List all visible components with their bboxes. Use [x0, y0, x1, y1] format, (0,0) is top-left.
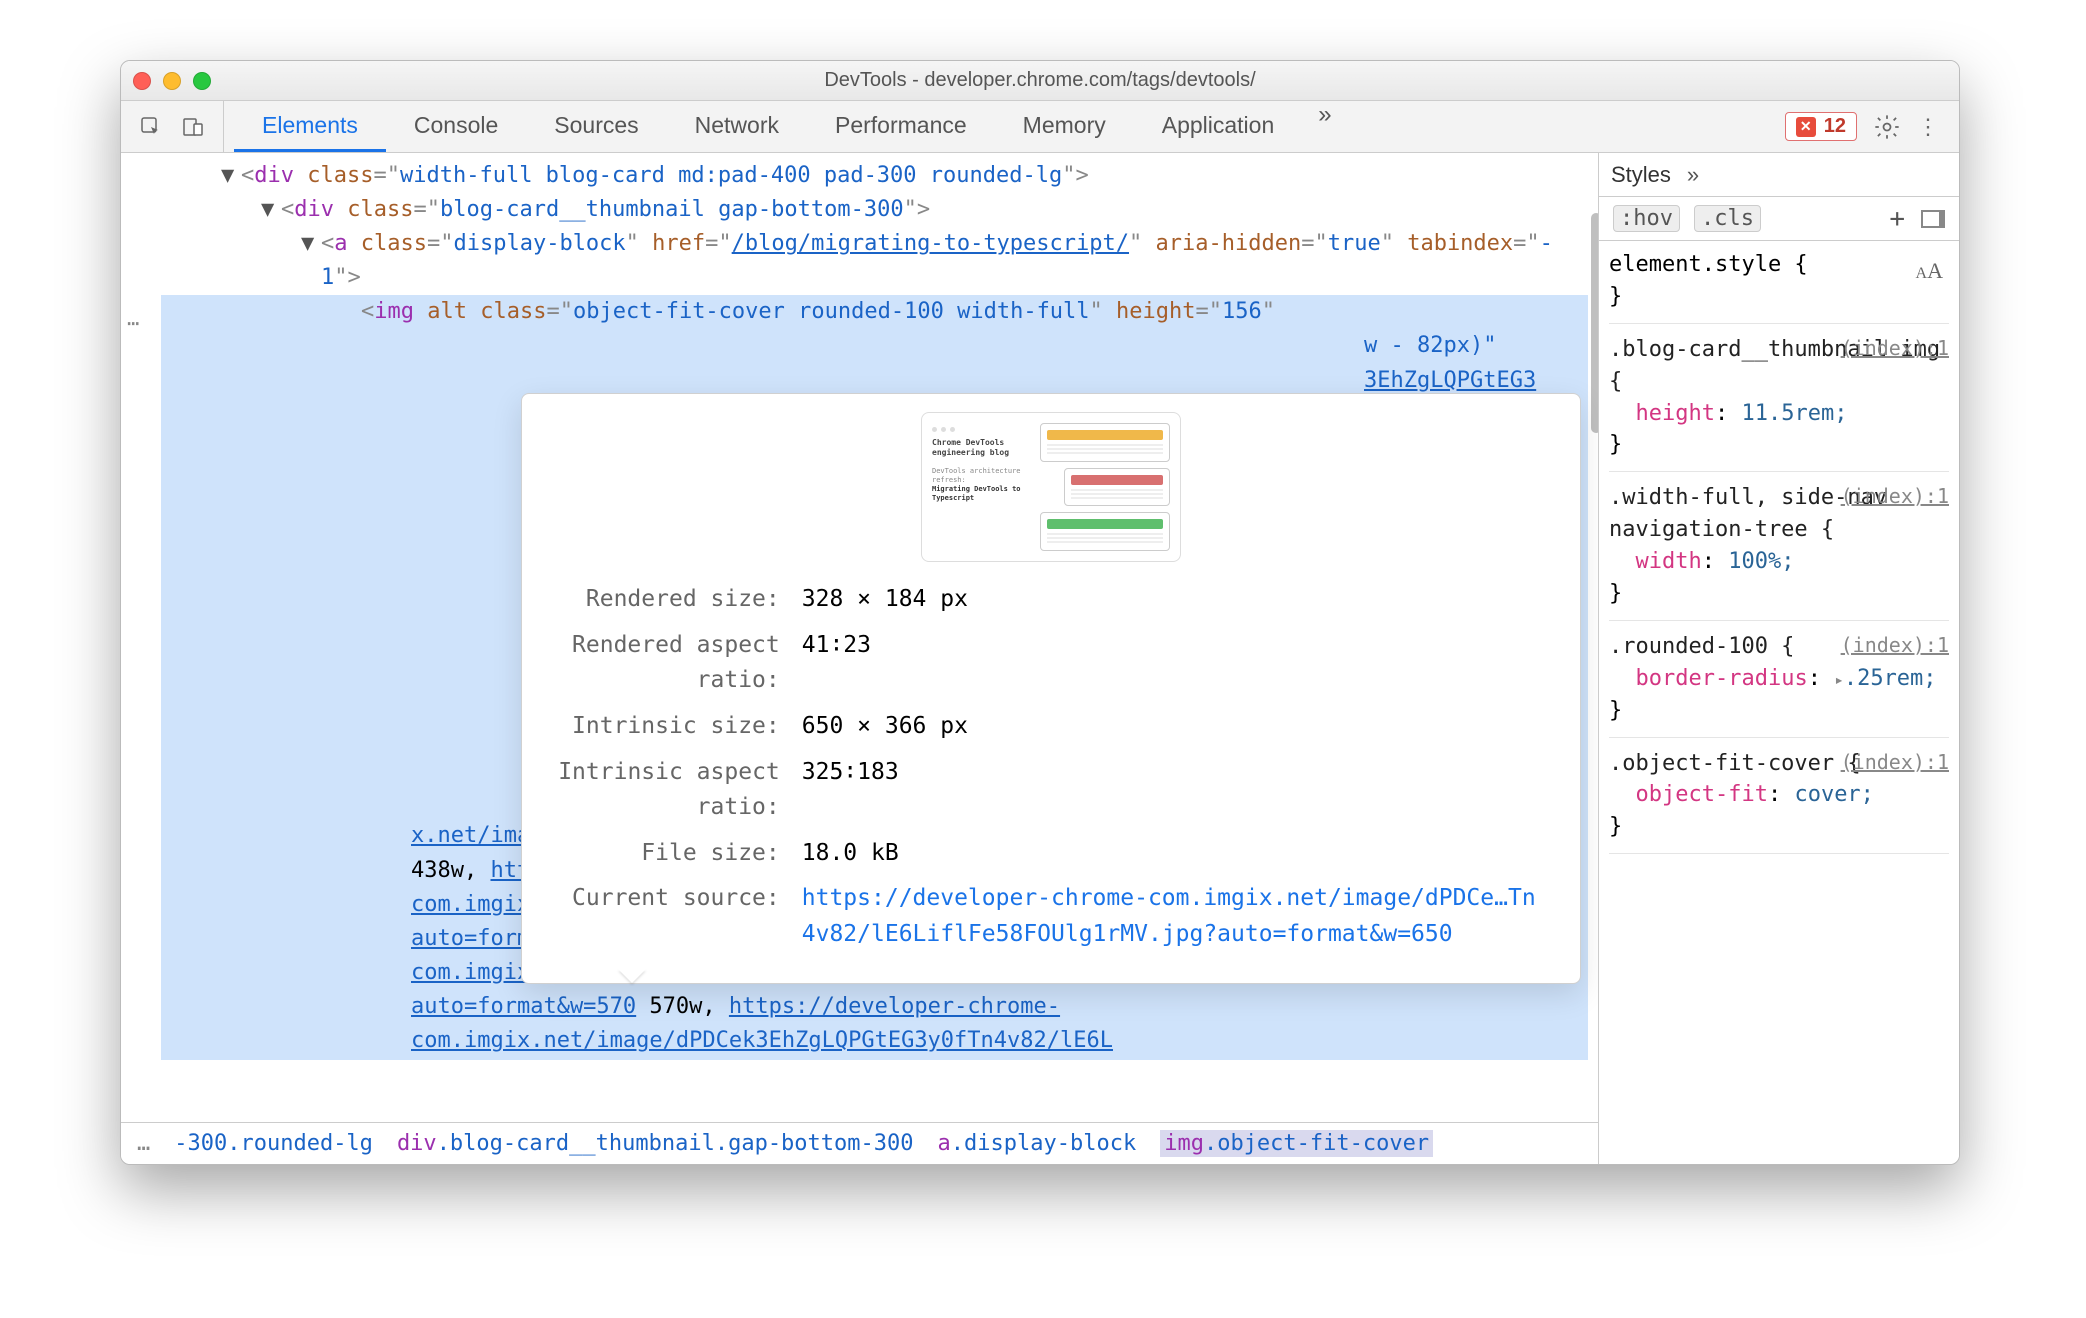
tab-network[interactable]: Network: [667, 101, 807, 152]
inspect-icon[interactable]: [139, 115, 163, 139]
kebab-menu-icon[interactable]: ⋮: [1917, 114, 1941, 140]
dom-node-div2[interactable]: ▼<div class="blog-card__thumbnail gap-bo…: [161, 193, 1588, 227]
breadcrumb-item[interactable]: div.blog-card__thumbnail.gap-bottom-300: [397, 1131, 914, 1156]
minimize-window-button[interactable]: [163, 72, 181, 90]
breadcrumb-item-selected[interactable]: img.object-fit-cover: [1160, 1130, 1433, 1157]
breadcrumb-item[interactable]: -300.rounded-lg: [174, 1131, 373, 1156]
breadcrumb-ellipsis[interactable]: …: [137, 1131, 150, 1156]
hov-toggle[interactable]: :hov: [1613, 205, 1680, 232]
style-rule[interactable]: (index):1.width-full, side-nav navigatio…: [1609, 482, 1949, 621]
titlebar: DevTools - developer.chrome.com/tags/dev…: [121, 61, 1959, 101]
current-source-link[interactable]: https://developer-chrome-com.imgix.net/i…: [802, 885, 1536, 947]
tab-elements[interactable]: Elements: [234, 101, 386, 152]
style-rule[interactable]: (index):1.blog-card__thumbnail img { hei…: [1609, 334, 1949, 473]
more-tabs-icon[interactable]: »: [1687, 162, 1699, 188]
image-hover-tooltip: Chrome DevTools engineering blog DevTool…: [521, 393, 1581, 984]
image-info-table: Rendered size:328 × 184 px Rendered aspe…: [546, 576, 1556, 959]
errors-count: 12: [1824, 115, 1846, 138]
elements-panel: ⋯ ▼<div class="width-full blog-card md:p…: [121, 153, 1599, 1164]
more-tabs-icon[interactable]: »: [1302, 101, 1347, 152]
font-size-icon: AA: [1916, 255, 1943, 287]
rule-source-link[interactable]: (index):1: [1841, 334, 1949, 363]
cls-toggle[interactable]: .cls: [1694, 205, 1761, 232]
gear-icon[interactable]: [1873, 113, 1901, 141]
dock-icon[interactable]: [1921, 210, 1945, 228]
dom-node-a[interactable]: ▼<a class="display-block" href="/blog/mi…: [161, 227, 1588, 295]
tab-performance[interactable]: Performance: [807, 101, 995, 152]
toolbar: Elements Console Sources Network Perform…: [121, 101, 1959, 153]
gutter-ellipsis-icon: ⋯: [127, 308, 139, 339]
dom-node-div1[interactable]: ▼<div class="width-full blog-card md:pad…: [161, 159, 1588, 193]
image-preview: Chrome DevTools engineering blog DevTool…: [921, 412, 1181, 562]
style-rule[interactable]: (index):1.rounded-100 { border-radius: ▸…: [1609, 631, 1949, 738]
tab-sources[interactable]: Sources: [526, 101, 666, 152]
errors-pill[interactable]: ✕ 12: [1785, 112, 1857, 141]
rule-source-link[interactable]: (index):1: [1841, 482, 1949, 511]
new-rule-icon[interactable]: +: [1889, 204, 1905, 234]
style-rule[interactable]: (index):1.object-fit-cover { object-fit:…: [1609, 748, 1949, 855]
style-rule-element[interactable]: element.style { AA }: [1609, 249, 1949, 324]
close-window-button[interactable]: [133, 72, 151, 90]
breadcrumb[interactable]: … -300.rounded-lg div.blog-card__thumbna…: [121, 1122, 1598, 1164]
rule-source-link[interactable]: (index):1: [1841, 631, 1949, 660]
device-toolbar-icon[interactable]: [181, 115, 205, 139]
scrollbar[interactable]: [1591, 213, 1598, 433]
error-icon: ✕: [1796, 117, 1816, 137]
tab-console[interactable]: Console: [386, 101, 526, 152]
zoom-window-button[interactable]: [193, 72, 211, 90]
styles-tab[interactable]: Styles: [1611, 162, 1671, 188]
window-title: DevTools - developer.chrome.com/tags/dev…: [121, 69, 1959, 92]
traffic-lights: [133, 72, 211, 90]
dom-tree[interactable]: ⋯ ▼<div class="width-full blog-card md:p…: [121, 153, 1598, 1122]
panel-tabs: Elements Console Sources Network Perform…: [224, 101, 1767, 152]
tab-application[interactable]: Application: [1134, 101, 1303, 152]
devtools-window: DevTools - developer.chrome.com/tags/dev…: [120, 60, 1960, 1165]
breadcrumb-item[interactable]: a.display-block: [938, 1131, 1137, 1156]
styles-pane: Styles » :hov .cls + element.style { AA …: [1599, 153, 1959, 1164]
tab-memory[interactable]: Memory: [995, 101, 1134, 152]
attr-fragment: w - 82px)": [1364, 333, 1496, 358]
rule-source-link[interactable]: (index):1: [1841, 748, 1949, 777]
